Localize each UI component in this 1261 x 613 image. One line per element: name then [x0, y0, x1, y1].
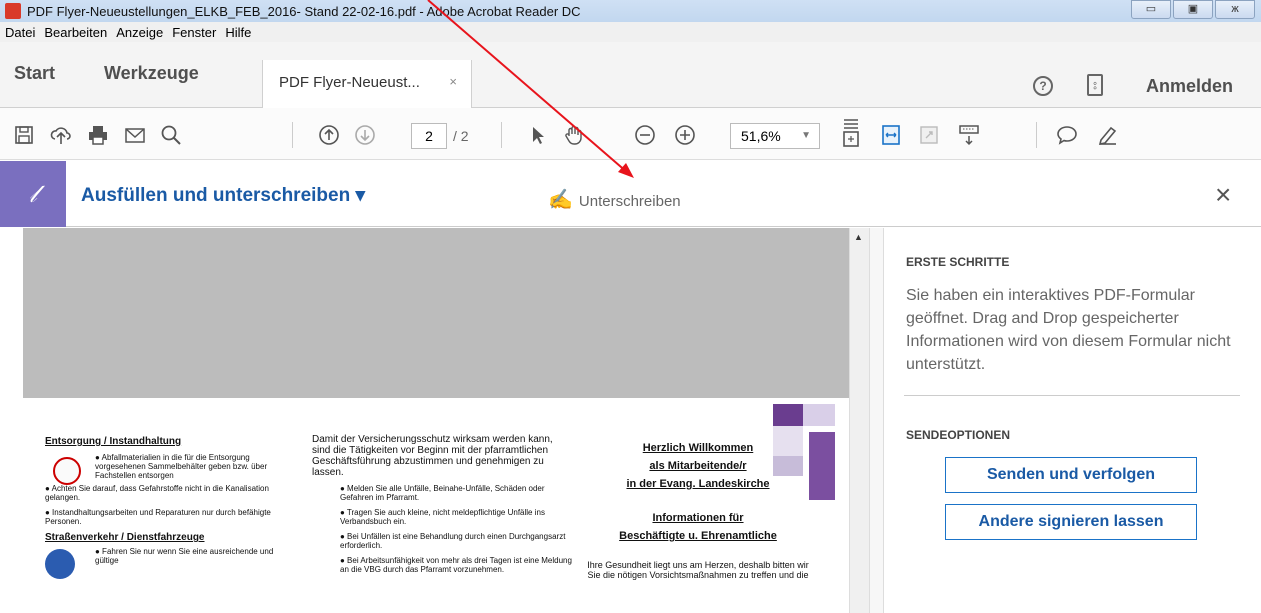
- close-icon[interactable]: ×: [1215, 179, 1231, 211]
- paragraph-text: Ihre Gesundheit liegt uns am Herzen, des…: [587, 560, 809, 580]
- previous-page-icon[interactable]: [318, 124, 340, 146]
- sign-button[interactable]: ✍ Unterschreiben: [548, 187, 681, 212]
- pdf-page: Entsorgung / Instandhaltung ● Abfallmate…: [23, 398, 849, 613]
- page-column-middle: Damit der Versicherungsschutz wirksam we…: [312, 434, 572, 574]
- bullet-text: ● Instandhaltungsarbeiten und Reparature…: [45, 508, 271, 526]
- document-view[interactable]: Entsorgung / Instandhaltung ● Abfallmate…: [0, 228, 883, 613]
- decorative-squares: [773, 404, 837, 502]
- heading-entsorgung: Entsorgung / Instandhaltung: [45, 436, 182, 447]
- hand-tool-icon[interactable]: [563, 124, 585, 146]
- menu-bearbeiten[interactable]: Bearbeiten: [44, 25, 107, 40]
- tab-close-icon[interactable]: ×: [449, 74, 457, 89]
- document-scrollbar[interactable]: ▲: [849, 228, 869, 613]
- toolbar-divider: [292, 122, 293, 148]
- title-bar: PDF Flyer-Neueustellungen_ELKB_FEB_2016-…: [0, 0, 1261, 22]
- menu-anzeige[interactable]: Anzeige: [116, 25, 163, 40]
- signature-pen-icon: ✍: [548, 189, 573, 211]
- toolbar-divider: [501, 122, 502, 148]
- scroll-mode-icon[interactable]: [958, 124, 980, 146]
- window-controls: ▭ ▣ ж: [1131, 0, 1255, 19]
- cloud-upload-icon[interactable]: [50, 124, 72, 146]
- signin-button[interactable]: Anmelden: [1146, 76, 1233, 97]
- minimize-button[interactable]: ▭: [1131, 0, 1171, 19]
- fit-width-icon[interactable]: [880, 124, 902, 146]
- request-signatures-button[interactable]: Andere signieren lassen: [945, 504, 1197, 540]
- page-total: / 2: [453, 128, 469, 144]
- getting-started-text: Sie haben ein interaktives PDF-Formular …: [906, 287, 1231, 373]
- save-icon[interactable]: [13, 124, 35, 146]
- next-page-icon[interactable]: [354, 124, 376, 146]
- tab-start[interactable]: Start: [14, 63, 55, 84]
- zoom-out-icon[interactable]: [634, 124, 656, 146]
- email-icon[interactable]: [124, 124, 146, 146]
- page-column-left: Entsorgung / Instandhaltung ● Abfallmate…: [45, 436, 295, 579]
- bullet-text: ● Melden Sie alle Unfälle, Beinahe-Unfäl…: [340, 484, 545, 502]
- traffic-sign-icon: [45, 549, 75, 579]
- tab-tools[interactable]: Werkzeuge: [104, 63, 199, 84]
- no-drain-symbol-icon: [53, 457, 81, 485]
- menu-fenster[interactable]: Fenster: [172, 25, 216, 40]
- info-line: Beschäftigte u. Ehrenamtliche: [619, 530, 777, 542]
- help-icon[interactable]: ?: [1033, 76, 1053, 96]
- bullet-text: ● Bei Unfällen ist eine Behandlung durch…: [340, 532, 566, 550]
- tab-bar: Start Werkzeuge PDF Flyer-Neueust... × ?…: [0, 42, 1261, 108]
- full-screen-icon[interactable]: [918, 124, 940, 146]
- comment-icon[interactable]: [1056, 124, 1078, 146]
- highlight-pen-icon[interactable]: [1097, 124, 1119, 146]
- panel-gutter: [869, 228, 883, 613]
- bullet-text: ● Achten Sie darauf, dass Gefahrstoffe n…: [45, 484, 269, 502]
- window-title: PDF Flyer-Neueustellungen_ELKB_FEB_2016-…: [27, 3, 581, 19]
- maximize-button[interactable]: ▣: [1173, 0, 1213, 19]
- chevron-down-icon: ▼: [801, 130, 811, 141]
- fill-sign-dropdown[interactable]: Ausfüllen und unterschreiben ▾: [81, 184, 365, 207]
- panel-divider: [904, 395, 1240, 396]
- info-line: Informationen für: [652, 512, 744, 524]
- paragraph-text: Damit der Versicherungsschutz wirksam we…: [312, 434, 553, 478]
- menu-hilfe[interactable]: Hilfe: [225, 25, 251, 40]
- heading-strassenverkehr: Straßenverkehr / Dienstfahrzeuge: [45, 532, 205, 543]
- zoom-select[interactable]: 51,6% ▼: [730, 123, 820, 149]
- right-pane: ERSTE SCHRITTE Sie haben ein interaktive…: [883, 228, 1261, 613]
- send-and-track-button[interactable]: Senden und verfolgen: [945, 457, 1197, 493]
- toolbar-divider: [1036, 122, 1037, 148]
- bullet-text: ● Bei Arbeitsunfähigkeit von mehr als dr…: [340, 556, 572, 574]
- page-header-band: [23, 228, 849, 398]
- acrobat-app-icon: [5, 3, 21, 19]
- toolbar: 2 / 2 51,6% ▼: [0, 108, 1261, 160]
- scroll-up-icon[interactable]: ▲: [854, 232, 863, 242]
- bullet-text: ● Tragen Sie auch kleine, nicht meldepfl…: [340, 508, 545, 526]
- close-window-button[interactable]: ж: [1215, 0, 1255, 19]
- search-icon[interactable]: [160, 124, 182, 146]
- zoom-in-icon[interactable]: [674, 124, 696, 146]
- print-icon[interactable]: [87, 124, 109, 146]
- getting-started-heading: ERSTE SCHRITTE: [906, 255, 1010, 269]
- tab-document[interactable]: PDF Flyer-Neueust... ×: [262, 60, 472, 108]
- fit-page-icon[interactable]: [840, 118, 862, 148]
- page-number-input[interactable]: 2: [411, 123, 447, 149]
- send-options-heading: SENDEOPTIONEN: [906, 428, 1011, 442]
- bullet-text: ● Abfallmaterialien in die für die Entso…: [95, 453, 268, 480]
- menu-datei[interactable]: Datei: [5, 25, 35, 40]
- zoom-value: 51,6%: [741, 128, 781, 144]
- tab-document-label: PDF Flyer-Neueust...: [279, 74, 420, 91]
- select-cursor-icon[interactable]: [527, 124, 549, 146]
- sign-label: Unterschreiben: [578, 193, 681, 210]
- menu-bar: Datei Bearbeiten Anzeige Fenster Hilfe: [0, 22, 1261, 42]
- bullet-text: ● Fahren Sie nur wenn Sie eine ausreiche…: [95, 547, 274, 565]
- fill-sign-bar: 𝓁 Ausfüllen und unterschreiben ▾ ✍ Unters…: [0, 161, 1261, 227]
- fill-sign-icon: 𝓁: [0, 161, 66, 227]
- mobile-link-icon[interactable]: ⦂: [1087, 74, 1103, 96]
